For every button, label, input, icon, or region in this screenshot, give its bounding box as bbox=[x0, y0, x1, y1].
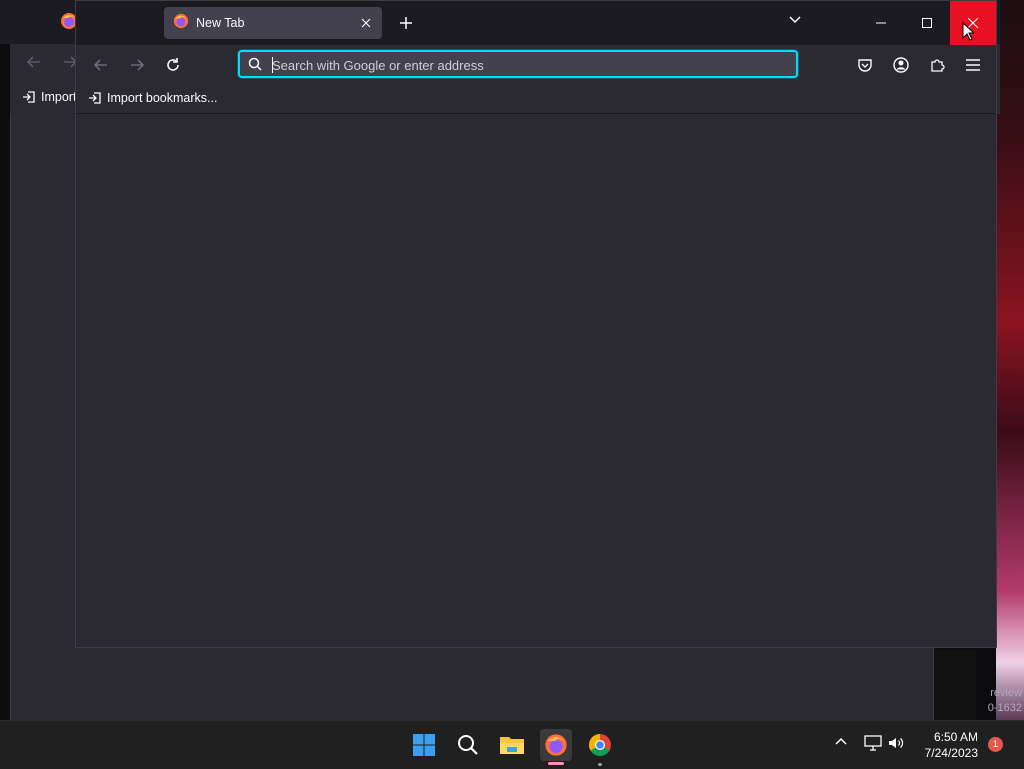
browser-window: New Tab Search with Google or enter addr… bbox=[75, 0, 997, 648]
puzzle-icon bbox=[931, 59, 945, 72]
search-icon bbox=[458, 735, 478, 755]
import-label: Import bbox=[41, 90, 77, 104]
import-bookmarks-button[interactable]: Import bookmarks... bbox=[88, 91, 217, 105]
chrome-taskbar-button[interactable] bbox=[584, 729, 616, 761]
minimize-icon bbox=[876, 22, 886, 24]
import-icon bbox=[23, 91, 35, 103]
speaker-icon bbox=[889, 738, 904, 748]
chevron-up-icon bbox=[835, 737, 847, 745]
background-import-bookmarks[interactable]: Import bbox=[22, 90, 76, 104]
chevron-down-icon bbox=[789, 16, 801, 24]
page-content-area[interactable] bbox=[76, 114, 996, 647]
firefox-icon bbox=[173, 13, 189, 34]
address-bar[interactable] bbox=[238, 50, 798, 78]
close-tab-button[interactable] bbox=[357, 14, 375, 32]
active-app-indicator bbox=[548, 762, 564, 765]
list-all-tabs-button[interactable] bbox=[788, 12, 810, 34]
reload-button[interactable] bbox=[160, 53, 186, 77]
windows-start-icon bbox=[413, 734, 435, 756]
system-clock[interactable]: 6:50 AM 7/24/2023 bbox=[916, 729, 978, 761]
back-arrow-icon[interactable] bbox=[26, 54, 42, 75]
menu-icon bbox=[966, 59, 980, 71]
volume-button[interactable] bbox=[888, 735, 904, 756]
back-arrow-icon bbox=[93, 59, 107, 71]
firefox-icon bbox=[545, 734, 567, 756]
firefox-taskbar-button[interactable] bbox=[540, 729, 572, 761]
back-button[interactable] bbox=[88, 53, 114, 77]
application-menu-button[interactable] bbox=[961, 53, 985, 77]
tab-title: New Tab bbox=[196, 16, 245, 30]
close-icon bbox=[361, 18, 371, 28]
mouse-cursor-icon bbox=[962, 21, 976, 47]
clock-time: 6:50 AM bbox=[933, 730, 978, 744]
address-input[interactable] bbox=[270, 54, 774, 76]
running-app-indicator bbox=[598, 763, 602, 766]
pocket-button[interactable] bbox=[853, 53, 877, 77]
account-button[interactable] bbox=[889, 53, 913, 77]
notification-badge[interactable]: 1 bbox=[988, 737, 1003, 752]
bookmarks-toolbar: Import bookmarks... bbox=[76, 85, 996, 114]
new-tab-button[interactable] bbox=[394, 11, 418, 35]
forward-arrow-icon bbox=[131, 59, 145, 71]
forward-button[interactable] bbox=[124, 53, 150, 77]
minimize-button[interactable] bbox=[858, 1, 904, 45]
taskbar: 6:50 AM 7/24/2023 1 bbox=[0, 720, 1024, 769]
network-button[interactable] bbox=[864, 735, 882, 756]
maximize-icon bbox=[922, 18, 932, 28]
reload-icon bbox=[167, 58, 179, 71]
maximize-button[interactable] bbox=[904, 1, 950, 45]
show-hidden-icons-button[interactable] bbox=[834, 735, 848, 754]
clock-date: 7/24/2023 bbox=[924, 746, 978, 760]
import-bookmarks-label: Import bookmarks... bbox=[107, 91, 218, 105]
account-icon bbox=[893, 57, 909, 73]
taskbar-search-button[interactable] bbox=[452, 729, 484, 761]
chrome-icon bbox=[589, 734, 611, 756]
import-icon bbox=[89, 92, 101, 104]
search-icon bbox=[248, 57, 262, 76]
file-explorer-button[interactable] bbox=[496, 729, 528, 761]
plus-icon bbox=[400, 17, 412, 29]
extensions-button[interactable] bbox=[925, 53, 949, 77]
network-icon bbox=[864, 735, 882, 751]
pocket-icon bbox=[858, 59, 872, 72]
start-button[interactable] bbox=[408, 729, 440, 761]
folder-icon bbox=[500, 737, 524, 754]
tab-new-tab[interactable]: New Tab bbox=[164, 7, 382, 39]
